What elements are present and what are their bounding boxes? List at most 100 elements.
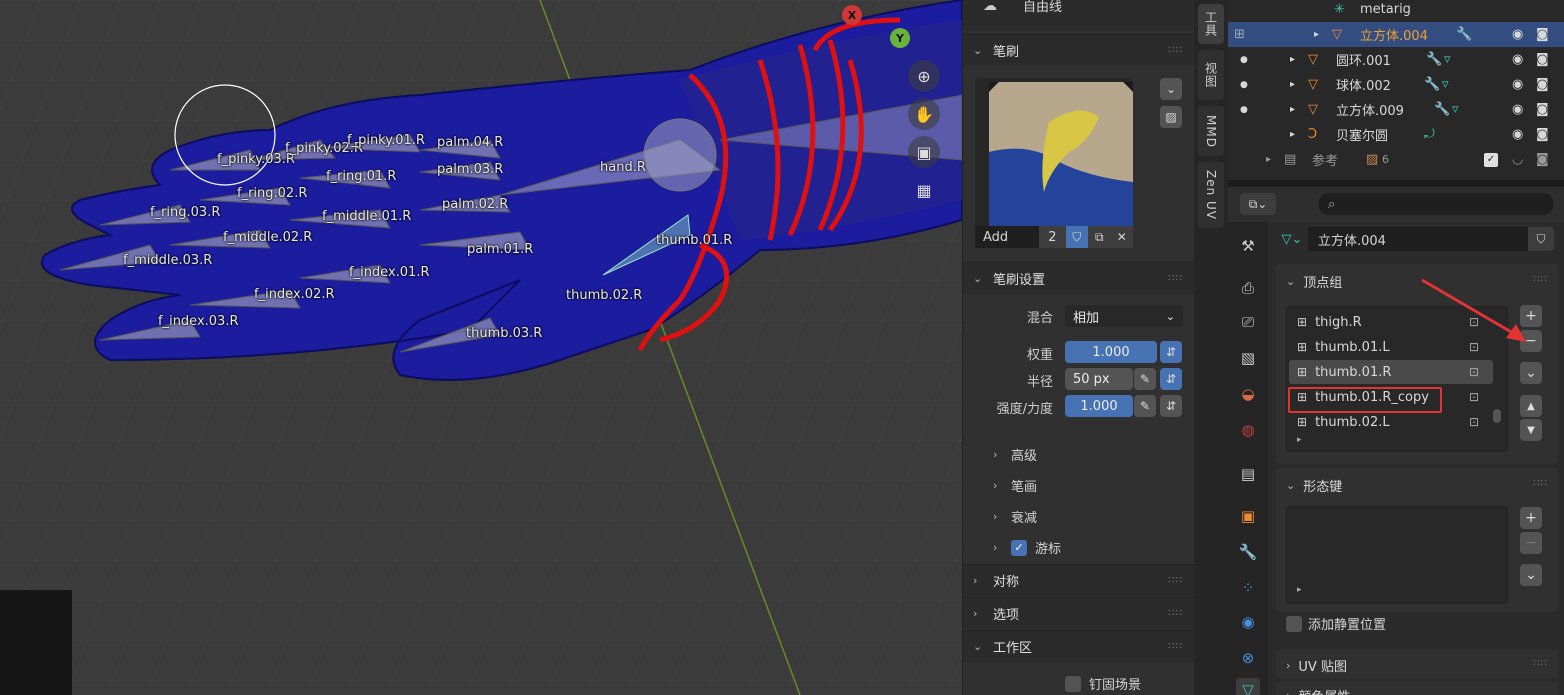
grid-view-icon[interactable]: ▦ <box>908 174 940 206</box>
image-icon[interactable]: ▨ <box>1160 106 1182 128</box>
drag-grip-icon[interactable]: ∷∷ <box>1168 273 1183 284</box>
move-down-button[interactable]: ▼ <box>1520 419 1542 441</box>
brush-settings-header[interactable]: ⌄ 笔刷设置 ∷∷ <box>963 262 1195 294</box>
chevron-right-icon[interactable]: ▸ <box>1290 79 1295 90</box>
view-layer-tab-icon[interactable]: ▧ <box>1236 346 1260 370</box>
vertex-group-specials-dropdown[interactable]: ⌄ <box>1520 362 1542 384</box>
color-attributes-header[interactable]: › 颜色属性 <box>1286 686 1350 695</box>
list-scrollbar[interactable] <box>1493 409 1501 423</box>
drag-grip-icon[interactable]: ∷∷ <box>1168 641 1183 652</box>
outliner-row[interactable]: ✳ metarig <box>1228 0 1564 22</box>
lock-icon[interactable]: ⊡ <box>1469 365 1479 379</box>
move-up-button[interactable]: ▲ <box>1520 395 1542 417</box>
particles-tab-icon[interactable]: ⁘ <box>1236 576 1260 600</box>
shape-keys-header[interactable]: ⌄ 形态键 <box>1286 476 1342 495</box>
duplicate-icon[interactable]: ⧉ <box>1088 226 1111 248</box>
vertex-group-item[interactable]: ⊞ thumb.02.L ⊡ <box>1289 410 1493 434</box>
bone-label[interactable]: f_index.01.R <box>349 265 429 280</box>
collection-tab-icon[interactable]: ▤ <box>1236 462 1260 486</box>
world-tab-icon[interactable]: ◍ <box>1236 418 1260 442</box>
include-checkbox[interactable]: ✓ <box>1484 153 1498 167</box>
chevron-down-icon[interactable]: ⌄ <box>1160 78 1182 100</box>
camera-render-icon[interactable]: ◙ <box>1536 52 1549 67</box>
output-tab-icon[interactable]: ⎚ <box>1236 310 1260 334</box>
bone-label[interactable]: palm.02.R <box>442 197 508 212</box>
chevron-right-icon[interactable]: ▸ <box>1314 29 1319 40</box>
eye-icon[interactable]: ◉ <box>1512 52 1523 67</box>
bone-label[interactable]: palm.01.R <box>467 242 533 257</box>
constraints-tab-icon[interactable]: ⊗ <box>1236 646 1260 670</box>
camera-render-icon[interactable]: ◙ <box>1536 152 1549 167</box>
tab-zen-uv[interactable]: Zen UV <box>1198 162 1224 228</box>
advanced-subpanel[interactable]: › 高级 <box>993 445 1037 464</box>
list-resize-handle[interactable]: ▸ <box>1297 435 1302 445</box>
drag-grip-icon[interactable]: ∷∷ <box>1533 478 1548 489</box>
uv-maps-header[interactable]: › UV 贴图 <box>1286 656 1347 675</box>
cursor-subpanel[interactable]: › ✓ 游标 <box>993 538 1061 557</box>
render-tab-icon[interactable]: ⎙ <box>1236 276 1260 300</box>
3d-viewport[interactable]: f_pinky.03.R f_pinky.02.R f_pinky.01.R p… <box>0 0 962 695</box>
gizmo-y-axis[interactable]: Y <box>890 28 910 48</box>
bone-label[interactable]: thumb.02.R <box>566 288 642 303</box>
chevron-right-icon[interactable]: ▸ <box>1290 54 1295 65</box>
drag-grip-icon[interactable]: ∷∷ <box>1168 575 1183 586</box>
vertex-group-item-active[interactable]: ⊞ thumb.01.R ⊡ <box>1289 360 1493 384</box>
bone-label[interactable]: palm.03.R <box>437 162 503 177</box>
bone-label[interactable]: f_middle.03.R <box>123 253 212 268</box>
falloff-subpanel[interactable]: › 衰减 <box>993 507 1037 526</box>
symmetry-header[interactable]: › 对称 ∷∷ <box>963 564 1195 596</box>
radius-field[interactable]: 50 px <box>1065 368 1133 390</box>
strength-slider[interactable]: 1.000 <box>1065 395 1133 417</box>
radius-pressure-icon[interactable]: ⇵ <box>1160 368 1182 390</box>
chevron-right-icon[interactable]: ▸ <box>1266 154 1271 165</box>
fake-user-shield-icon[interactable]: ⛉ <box>1528 227 1554 251</box>
wrench-icon[interactable]: 🔧 <box>1434 102 1450 117</box>
brush-name-field[interactable]: Add <box>975 226 1040 248</box>
drag-grip-icon[interactable]: ∷∷ <box>1533 658 1548 669</box>
camera-render-icon[interactable]: ◙ <box>1536 27 1549 42</box>
bone-label[interactable]: palm.04.R <box>437 135 503 150</box>
cursor-checkbox[interactable]: ✓ <box>1011 539 1027 556</box>
gizmo-x-axis[interactable]: X <box>842 5 862 25</box>
object-tab-icon[interactable]: ▣ <box>1236 504 1260 528</box>
bone-label[interactable]: f_middle.02.R <box>223 230 312 245</box>
blend-dropdown[interactable]: 相加 ⌄ <box>1065 305 1183 327</box>
wrench-icon[interactable]: 🔧 <box>1424 77 1440 92</box>
add-shape-key-button[interactable]: + <box>1520 507 1542 529</box>
eye-icon[interactable]: ◉ <box>1512 127 1523 142</box>
pin-scene-checkbox[interactable] <box>1065 675 1081 692</box>
outliner-row[interactable]: ● ▸ ▽ 球体.002 🔧 ▿ ◉ ◙ <box>1228 72 1564 97</box>
outliner-row[interactable]: ▸ ▤ 参考 ▨ 6 ✓ ◡ ◙ <box>1228 147 1564 172</box>
bone-label[interactable]: f_ring.02.R <box>237 186 307 201</box>
chevron-right-icon[interactable]: ▸ <box>1290 104 1295 115</box>
wrench-icon[interactable]: 🔧 <box>1426 52 1442 67</box>
bone-label[interactable]: f_pinky.01.R <box>347 133 425 148</box>
bone-label[interactable]: f_index.03.R <box>158 314 238 329</box>
physics-tab-icon[interactable]: ◉ <box>1236 610 1260 634</box>
object-name-field[interactable]: 立方体.004 <box>1308 227 1528 251</box>
bone-label[interactable]: f_ring.01.R <box>326 169 396 184</box>
bone-label[interactable]: f_ring.03.R <box>150 205 220 220</box>
close-icon[interactable]: ✕ <box>1110 226 1133 248</box>
tab-tool[interactable]: 工具 <box>1198 4 1224 44</box>
pen-pressure-icon[interactable]: ✎ <box>1134 395 1156 417</box>
editor-type-dropdown[interactable]: ⧉⌄ <box>1240 193 1276 215</box>
tab-view[interactable]: 视图 <box>1198 50 1224 100</box>
camera-render-icon[interactable]: ◙ <box>1536 127 1549 142</box>
properties-search[interactable]: ⌕ <box>1318 193 1554 215</box>
bone-label[interactable]: thumb.01.R <box>656 233 732 248</box>
outliner-row[interactable]: ▸ Ↄ 贝塞尔圆 ⤾ ◉ ◙ <box>1228 122 1564 147</box>
camera-render-icon[interactable]: ◙ <box>1536 102 1549 117</box>
outliner-row-selected[interactable]: ⊞ ▸ ▽ 立方体.004 🔧 ◉ ◙ <box>1228 22 1564 47</box>
brush-preset-row[interactable]: ☁ 自由线 <box>963 0 1195 30</box>
drag-grip-icon[interactable]: ∷∷ <box>1168 45 1183 56</box>
brush-section-header[interactable]: ⌄ 笔刷 ∷∷ <box>963 34 1195 66</box>
camera-icon[interactable]: ▣ <box>908 136 940 168</box>
workspace-header[interactable]: ⌄ 工作区 ∷∷ <box>963 630 1195 662</box>
bone-label[interactable]: f_pinky.03.R <box>217 152 295 167</box>
tool-tab-icon[interactable]: ⚒ <box>1236 234 1260 258</box>
weight-pressure-icon[interactable]: ⇵ <box>1160 341 1182 363</box>
shape-key-list[interactable]: ▸ <box>1286 506 1508 604</box>
eye-closed-icon[interactable]: ◡ <box>1512 152 1523 167</box>
mesh-data-icon[interactable]: ▽⌄ <box>1276 227 1308 251</box>
